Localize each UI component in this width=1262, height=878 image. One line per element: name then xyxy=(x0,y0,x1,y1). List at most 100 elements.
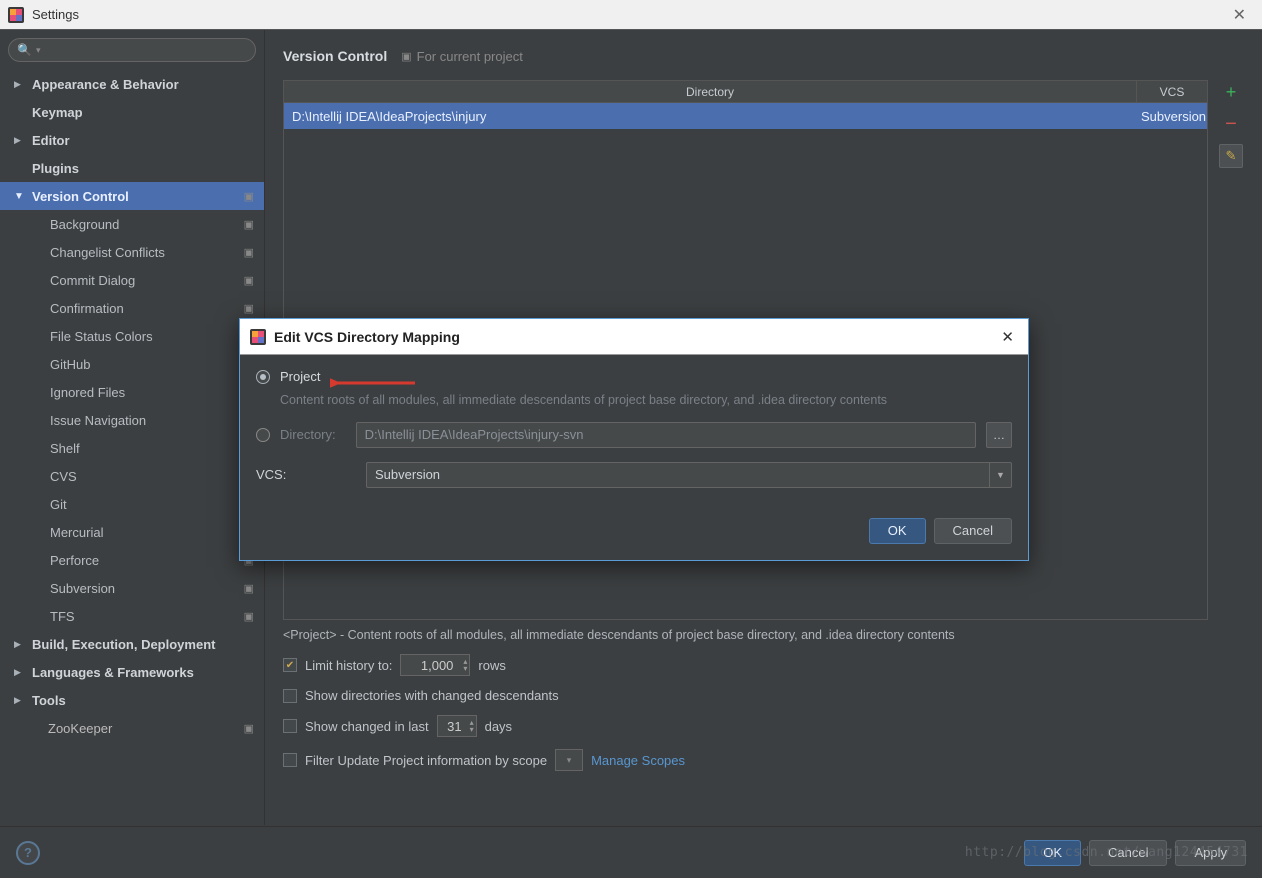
limit-history-checkbox[interactable]: ✔ xyxy=(283,658,297,672)
directory-input[interactable]: D:\Intellij IDEA\IdeaProjects\injury-svn xyxy=(356,422,976,448)
sidebar-item-label: Build, Execution, Deployment xyxy=(32,637,264,652)
per-project-icon: ▣ xyxy=(244,302,254,315)
browse-button[interactable]: … xyxy=(986,422,1012,448)
sidebar-item-github[interactable]: GitHub▣ xyxy=(0,350,264,378)
ok-button[interactable]: OK xyxy=(869,518,926,544)
sidebar-item-appearance-behavior[interactable]: ▶ Appearance & Behavior xyxy=(0,70,264,98)
limit-history-label: Limit history to: xyxy=(305,658,392,673)
sidebar-item-label: Changelist Conflicts xyxy=(50,245,244,260)
chevron-down-icon: ▼ xyxy=(14,191,26,202)
sidebar-item-issue-navigation[interactable]: Issue Navigation▣ xyxy=(0,406,264,434)
search-input[interactable]: 🔍 ▾ xyxy=(8,38,256,62)
per-project-icon: ▣ xyxy=(244,722,254,735)
sidebar-item-label: Mercurial xyxy=(50,525,244,540)
sidebar-item-perforce[interactable]: Perforce▣ xyxy=(0,546,264,574)
show-dirs-checkbox[interactable] xyxy=(283,689,297,703)
sidebar-item-label: Keymap xyxy=(32,105,264,120)
sidebar-item-label: Version Control xyxy=(32,189,244,204)
sidebar-item-cvs[interactable]: CVS xyxy=(0,462,264,490)
sidebar-item-label: Tools xyxy=(32,693,264,708)
for-project-label: ▣ For current project xyxy=(401,49,523,64)
sidebar-item-ignored-files[interactable]: Ignored Files▣ xyxy=(0,378,264,406)
sidebar-item-git[interactable]: Git▣ xyxy=(0,490,264,518)
edit-vcs-mapping-dialog: Edit VCS Directory Mapping ✕ Project Con… xyxy=(239,318,1029,561)
close-icon[interactable]: ✕ xyxy=(997,326,1018,348)
app-icon xyxy=(250,329,266,345)
sidebar-item-changelist-conflicts[interactable]: Changelist Conflicts▣ xyxy=(0,238,264,266)
chevron-right-icon: ▶ xyxy=(14,695,26,706)
per-project-icon: ▣ xyxy=(244,218,254,231)
vcs-label: VCS: xyxy=(256,467,356,482)
settings-tree: ▶ Appearance & Behavior Keymap ▶Editor Plugi… xyxy=(0,68,264,825)
sidebar-item-languages-frameworks[interactable]: ▶Languages & Frameworks xyxy=(0,658,264,686)
manage-scopes-link[interactable]: Manage Scopes xyxy=(591,753,685,768)
directory-radio-label: Directory: xyxy=(280,427,336,442)
rows-label: rows xyxy=(478,658,505,673)
column-header-directory[interactable]: Directory xyxy=(284,81,1137,102)
close-icon[interactable]: ✕ xyxy=(1225,5,1254,25)
chevron-down-icon: ▾ xyxy=(36,45,41,56)
sidebar-item-label: Perforce xyxy=(50,553,244,568)
chevron-down-icon: ▼ xyxy=(989,463,1011,487)
per-project-icon: ▣ xyxy=(244,274,254,287)
sidebar-item-label: Commit Dialog xyxy=(50,273,244,288)
search-icon: 🔍 xyxy=(17,43,32,57)
add-button[interactable]: + xyxy=(1219,80,1243,104)
sidebar-item-label: Git xyxy=(50,497,244,512)
chevron-right-icon: ▶ xyxy=(14,79,26,90)
sidebar-item-tfs[interactable]: TFS▣ xyxy=(0,602,264,630)
sidebar-item-build-execution-deployment[interactable]: ▶ Build, Execution, Deployment xyxy=(0,630,264,658)
sidebar-item-label: Ignored Files xyxy=(50,385,244,400)
column-header-vcs[interactable]: VCS xyxy=(1137,81,1207,102)
app-icon xyxy=(8,7,24,23)
filter-scope-checkbox[interactable] xyxy=(283,753,297,767)
show-changed-checkbox[interactable] xyxy=(283,719,297,733)
remove-button[interactable]: − xyxy=(1219,112,1243,136)
limit-history-input[interactable]: 1,000▴▾ xyxy=(400,654,470,676)
dialog-title: Edit VCS Directory Mapping xyxy=(274,329,460,345)
project-info-text: <Project> - Content roots of all modules… xyxy=(283,628,1244,642)
sidebar-item-label: Appearance & Behavior xyxy=(32,77,264,92)
project-icon: ▣ xyxy=(401,50,411,63)
show-dirs-label: Show directories with changed descendant… xyxy=(305,688,559,703)
show-changed-days-input[interactable]: 31▴▾ xyxy=(437,715,477,737)
sidebar-item-confirmation[interactable]: Confirmation▣ xyxy=(0,294,264,322)
watermark: http://blog.csdn.net/wang124454731 xyxy=(965,845,1248,860)
sidebar-item-background[interactable]: Background▣ xyxy=(0,210,264,238)
sidebar-item-keymap[interactable]: Keymap xyxy=(0,98,264,126)
sidebar-item-label: Plugins xyxy=(32,161,264,176)
sidebar-item-version-control[interactable]: ▼Version Control▣ xyxy=(0,182,264,210)
scope-dropdown[interactable]: ▾ xyxy=(555,749,583,771)
sidebar-item-label: Issue Navigation xyxy=(50,413,244,428)
edit-button[interactable]: ✎ xyxy=(1219,144,1243,168)
chevron-right-icon: ▶ xyxy=(14,639,26,650)
sidebar-item-label: TFS xyxy=(50,609,244,624)
sidebar-item-file-status-colors[interactable]: File Status Colors xyxy=(0,322,264,350)
cell-directory: D:\Intellij IDEA\IdeaProjects\injury xyxy=(284,109,1137,124)
project-radio[interactable] xyxy=(256,370,270,384)
show-changed-label: Show changed in last xyxy=(305,719,429,734)
chevron-right-icon: ▶ xyxy=(14,667,26,678)
sidebar-item-subversion[interactable]: Subversion▣ xyxy=(0,574,264,602)
sidebar-item-label: GitHub xyxy=(50,357,244,372)
settings-sidebar: 🔍 ▾ ▶ Appearance & Behavior Keymap ▶Editor P… xyxy=(0,30,265,825)
sidebar-item-zookeeper[interactable]: ZooKeeper▣ xyxy=(0,714,264,742)
per-project-icon: ▣ xyxy=(244,582,254,595)
sidebar-item-label: ZooKeeper xyxy=(48,721,244,736)
help-button[interactable]: ? xyxy=(16,841,40,865)
per-project-icon: ▣ xyxy=(244,610,254,623)
days-label: days xyxy=(485,719,512,734)
sidebar-item-label: CVS xyxy=(50,469,264,484)
sidebar-item-label: Subversion xyxy=(50,581,244,596)
vcs-select[interactable]: Subversion ▼ xyxy=(366,462,1012,488)
sidebar-item-tools[interactable]: ▶ Tools xyxy=(0,686,264,714)
table-row[interactable]: D:\Intellij IDEA\IdeaProjects\injury Sub… xyxy=(284,103,1207,129)
sidebar-item-mercurial[interactable]: Mercurial▣ xyxy=(0,518,264,546)
sidebar-item-commit-dialog[interactable]: Commit Dialog▣ xyxy=(0,266,264,294)
sidebar-item-label: Shelf xyxy=(50,441,244,456)
cancel-button[interactable]: Cancel xyxy=(934,518,1012,544)
sidebar-item-editor[interactable]: ▶Editor xyxy=(0,126,264,154)
directory-radio[interactable] xyxy=(256,428,270,442)
sidebar-item-shelf[interactable]: Shelf▣ xyxy=(0,434,264,462)
sidebar-item-plugins[interactable]: Plugins xyxy=(0,154,264,182)
